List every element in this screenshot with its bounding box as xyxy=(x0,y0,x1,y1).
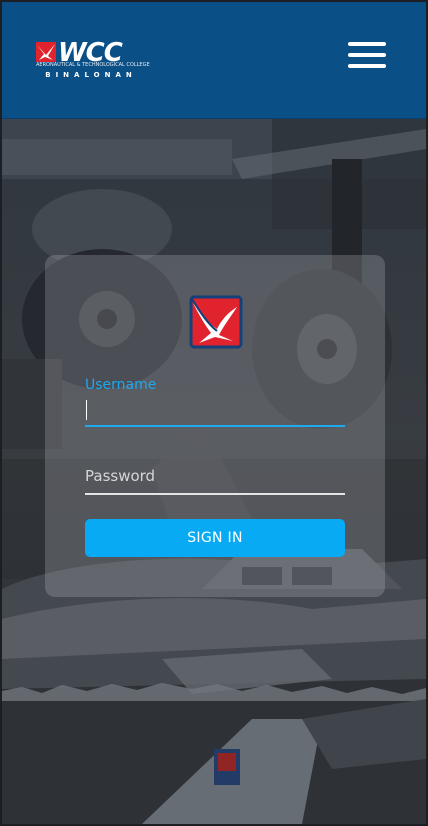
college-logo[interactable]: WCC AERONAUTICAL & TECHNOLOGICAL COLLEGE… xyxy=(36,38,150,82)
menu-bar-middle xyxy=(348,53,386,57)
logo-campus: BINALONAN xyxy=(45,71,137,79)
header-bar: WCC AERONAUTICAL & TECHNOLOGICAL COLLEGE… xyxy=(2,2,426,119)
menu-bar-top xyxy=(348,42,386,46)
sign-in-button[interactable]: SIGN IN xyxy=(85,519,345,557)
logo-subtitle: AERONAUTICAL & TECHNOLOGICAL COLLEGE xyxy=(36,62,150,68)
login-card: Username SIGN IN xyxy=(45,255,385,597)
username-input[interactable] xyxy=(85,393,345,427)
username-label: Username xyxy=(85,377,157,393)
app-frame: WCC AERONAUTICAL & TECHNOLOGICAL COLLEGE… xyxy=(0,0,428,826)
text-caret xyxy=(86,400,87,420)
password-input[interactable] xyxy=(85,459,345,495)
menu-bar-bottom xyxy=(348,64,386,68)
logo-bird-icon xyxy=(36,42,56,62)
college-emblem-icon xyxy=(189,295,243,349)
hamburger-menu-icon[interactable] xyxy=(346,40,388,70)
